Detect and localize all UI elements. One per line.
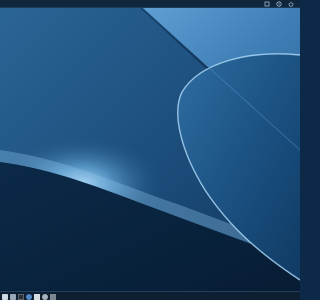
start-menu-icon[interactable]	[2, 293, 8, 300]
file-manager-icon[interactable]	[10, 293, 16, 300]
wallpaper	[0, 0, 300, 300]
system-menu-icon[interactable]	[264, 1, 270, 7]
web-browser-icon[interactable]	[26, 293, 32, 300]
desktop	[0, 0, 300, 300]
settings-icon[interactable]	[42, 293, 48, 300]
bottom-panel	[0, 291, 300, 300]
system-tray	[264, 1, 294, 7]
terminal-icon[interactable]	[18, 293, 24, 300]
trash-icon[interactable]	[50, 293, 56, 300]
text-editor-icon[interactable]	[34, 293, 40, 300]
launcher-bar	[2, 293, 56, 300]
power-icon[interactable]	[288, 1, 294, 7]
clock-icon[interactable]	[276, 1, 282, 7]
top-panel	[0, 0, 300, 8]
